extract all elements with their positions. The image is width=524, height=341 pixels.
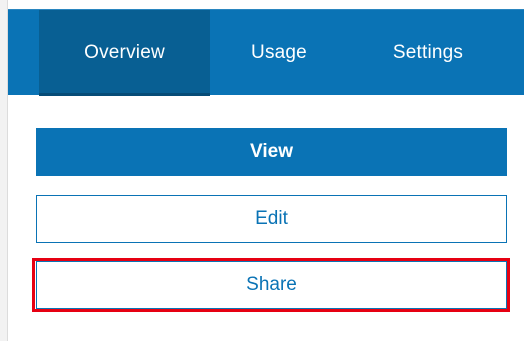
tab-usage[interactable]: Usage xyxy=(210,10,348,96)
tab-bar: Overview Usage Settings xyxy=(8,9,524,96)
tab-settings[interactable]: Settings xyxy=(348,10,508,96)
view-button[interactable]: View xyxy=(36,128,507,176)
share-button[interactable]: Share xyxy=(36,261,507,309)
left-panel-edge xyxy=(0,0,8,341)
active-tab-indicator xyxy=(39,93,210,96)
tab-overview[interactable]: Overview xyxy=(39,10,210,96)
edit-button[interactable]: Edit xyxy=(36,195,507,243)
item-details-panel: Overview Usage Settings View Edit Share xyxy=(0,0,524,341)
